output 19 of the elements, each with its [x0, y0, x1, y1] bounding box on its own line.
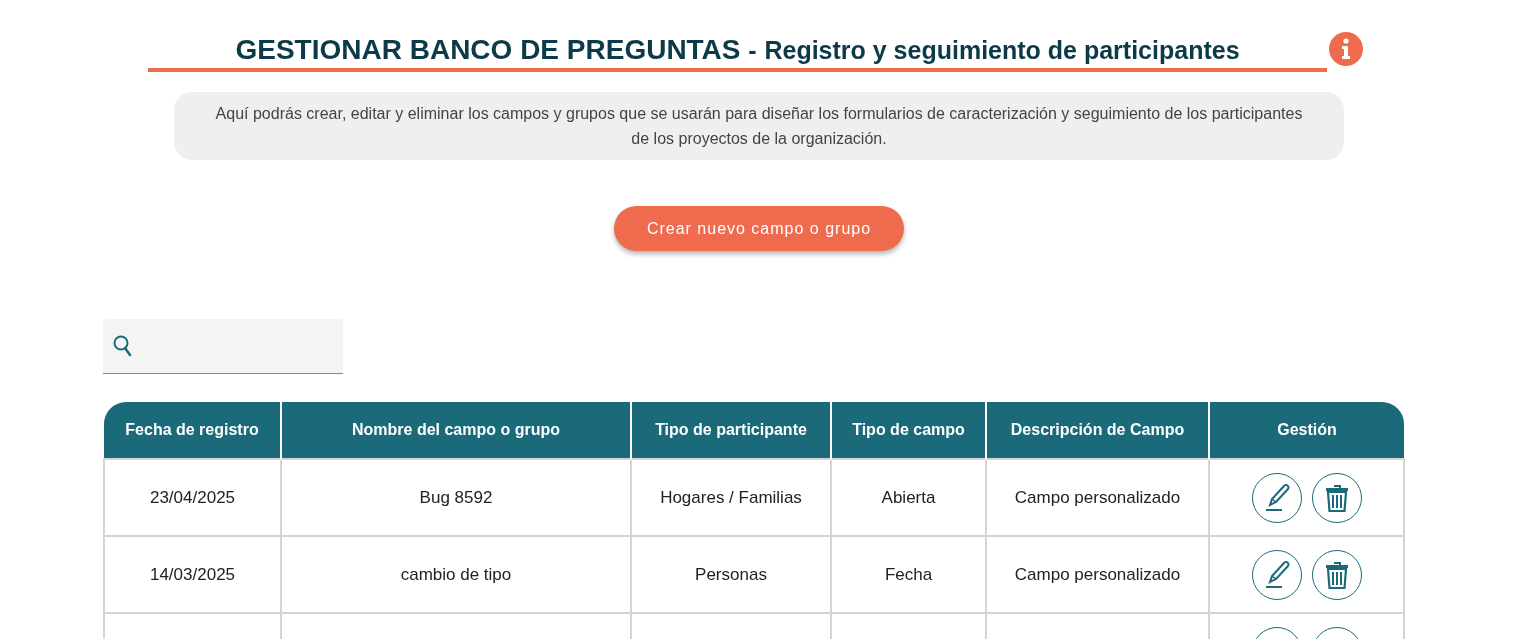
description-text: Aquí podrás crear, editar y eliminar los campos y grupos que se usarán para diseñar los formularios de caracterización y seguimiento de los participantes de los proyectos de la organización.	[174, 92, 1344, 160]
column-header: Gestión	[1209, 402, 1404, 459]
column-header: Fecha de registro	[104, 402, 281, 459]
column-header: Descripción de Campo	[986, 402, 1209, 459]
column-header: Tipo de campo	[831, 402, 986, 459]
table-cell: Campo personalizado	[986, 536, 1209, 613]
table-cell: cambio de tipo	[281, 536, 631, 613]
table-cell: Personas	[631, 536, 831, 613]
column-header: Tipo de participante	[631, 402, 831, 459]
create-button[interactable]: Crear nuevo campo o grupo	[614, 206, 904, 251]
table-cell: Abierta	[831, 459, 986, 536]
table-cell: Fecha	[831, 536, 986, 613]
table-cell: Hogares / Familias	[631, 459, 831, 536]
table-cell: Campo personalizado	[986, 459, 1209, 536]
column-header: Nombre del campo o grupo	[281, 402, 631, 459]
page-title: GESTIONAR BANCO DE PREGUNTAS - Registro y seguimiento de participantes	[235, 34, 1240, 65]
table-cell: Bug 8592	[281, 459, 631, 536]
table-cell: 14/03/2025	[104, 536, 281, 613]
table-cell: 23/04/2025	[104, 459, 281, 536]
